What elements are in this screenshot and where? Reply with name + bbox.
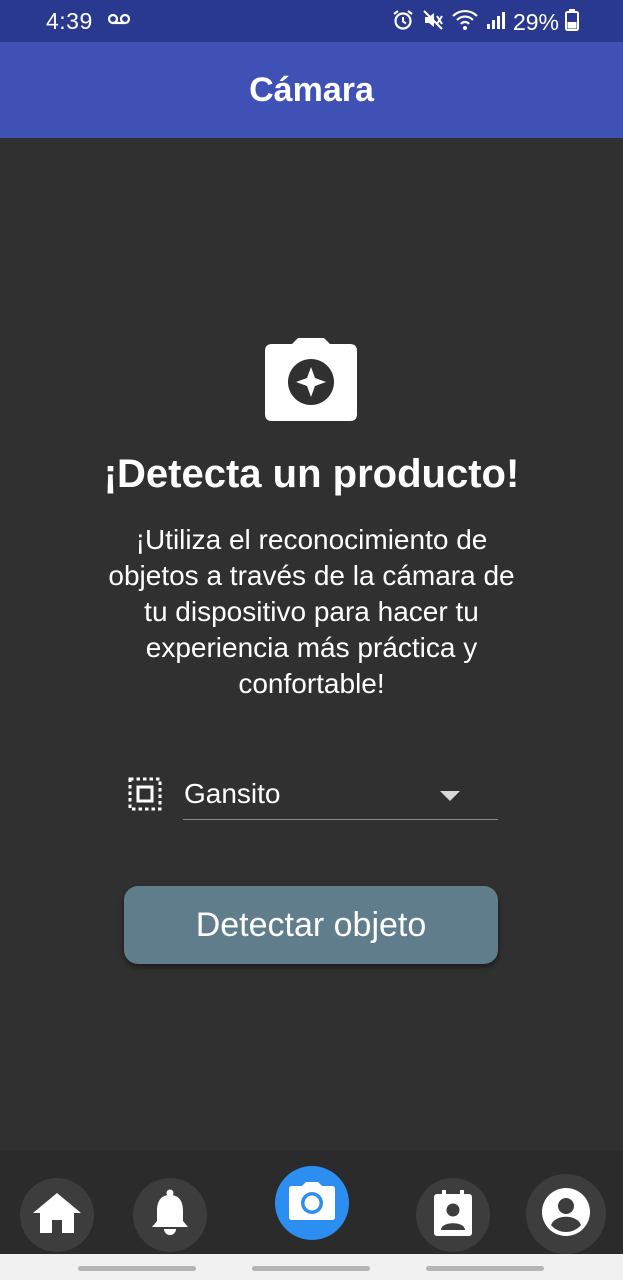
signal-icon [485,9,507,36]
system-home-pill[interactable] [252,1266,370,1271]
chevron-down-icon [440,791,460,801]
nav-notifications-button[interactable] [133,1178,207,1252]
detect-object-button[interactable]: Detectar objeto [124,886,498,964]
object-dropdown-value: Gansito [184,778,281,809]
alarm-icon [391,8,415,37]
status-bar: 4:39 29% [0,0,623,42]
nav-camera-button[interactable] [275,1166,349,1240]
nav-home-button[interactable] [20,1178,94,1252]
mute-icon [421,8,445,37]
app-bar: Cámara [0,42,623,138]
object-dropdown[interactable]: Gansito [183,772,498,820]
wifi-icon [451,8,479,37]
voicemail-icon [107,12,131,30]
bell-icon [150,1189,190,1242]
status-time: 4:39 [46,8,93,34]
camera-icon [288,1181,336,1226]
system-back-pill[interactable] [78,1266,196,1271]
home-icon [31,1191,83,1240]
app-screen: 4:39 29% Cámara ¡Detecta un producto! ¡U… [0,0,623,1280]
profile-icon [540,1186,592,1243]
contacts-icon [431,1189,475,1242]
camera-icon [264,336,358,427]
bottom-navigation [0,1150,623,1254]
nav-contacts-button[interactable] [416,1178,490,1252]
page-title: Cámara [249,70,374,109]
battery-icon [565,8,579,37]
headline: ¡Detecta un producto! [103,452,520,496]
status-icons: 29% [391,8,579,37]
object-select-row: Gansito [128,772,498,822]
object-select-icon [128,777,162,816]
system-navigation-bar [0,1254,623,1280]
description: ¡Utiliza el reconocimiento de objetos a … [108,524,515,699]
nav-profile-button[interactable] [526,1174,606,1254]
battery-percent: 29% [512,9,559,35]
system-recents-pill[interactable] [426,1266,544,1271]
